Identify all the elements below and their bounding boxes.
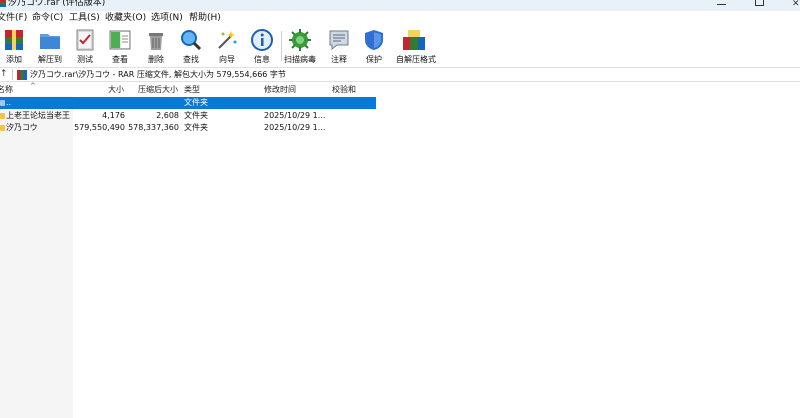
column-header-type[interactable]: 类型 xyxy=(184,84,200,96)
address-divider xyxy=(12,69,13,80)
column-header-name[interactable]: 名称 xyxy=(0,84,13,96)
folder-icon xyxy=(0,125,5,131)
minimize-button[interactable] xyxy=(717,4,726,5)
address-path[interactable]: 汐乃コウ.rar\汐乃コウ - RAR 压缩文件, 解包大小为 579,554,… xyxy=(30,68,286,81)
table-row[interactable]: 汐乃コウ 579,550,490 578,337,360 文件夹 2025/10… xyxy=(0,122,380,134)
menu-help[interactable]: 帮助(H) xyxy=(189,12,221,24)
row-size: 4,176 xyxy=(102,111,125,120)
menu-commands[interactable]: 命令(C) xyxy=(32,12,63,24)
menu-bar: 文件(F) 命令(C) 工具(S) 收藏夹(O) 选项(N) 帮助(H) xyxy=(0,11,800,25)
add-archive-icon xyxy=(5,30,23,50)
toolbar-sfx-button[interactable]: 自解压格式 xyxy=(396,27,436,65)
toolbar-add-button[interactable]: 添加 xyxy=(2,27,26,65)
toolbar-comment-label: 注释 xyxy=(331,55,347,64)
virus-scan-icon xyxy=(289,29,311,51)
toolbar-info-label: 信息 xyxy=(254,55,270,64)
toolbar-test-button[interactable]: 测试 xyxy=(73,27,97,65)
column-header-crc[interactable]: 校验和 xyxy=(332,84,356,96)
toolbar-delete-button[interactable]: 删除 xyxy=(144,27,168,65)
toolbar-virus-scan-label: 扫描病毒 xyxy=(284,55,316,64)
row-modified: 2025/10/29 1... xyxy=(264,123,326,132)
toolbar-find-label: 查找 xyxy=(183,55,199,64)
column-header-modified[interactable]: 修改时间 xyxy=(264,84,296,96)
row-name: 汐乃コウ xyxy=(6,123,38,132)
toolbar-wizard-button[interactable]: 向导 xyxy=(215,27,239,65)
column-header-packed[interactable]: 压缩后大小 xyxy=(138,84,178,96)
test-icon xyxy=(76,29,94,51)
menu-tools[interactable]: 工具(S) xyxy=(69,12,100,24)
protect-icon xyxy=(365,30,383,50)
window-title: 汐乃コウ.rar (评估版本) xyxy=(8,0,106,8)
row-name: .. xyxy=(6,98,12,107)
toolbar-extract-label: 解压到 xyxy=(38,55,62,64)
address-bar: ↑ 汐乃コウ.rar\汐乃コウ - RAR 压缩文件, 解包大小为 579,55… xyxy=(0,67,800,82)
list-header: ^ 名称 大小 压缩后大小 类型 修改时间 校验和 xyxy=(0,82,380,96)
sort-ascending-icon: ^ xyxy=(30,82,36,90)
toolbar-sfx-label: 自解压格式 xyxy=(396,55,436,64)
menu-favorites[interactable]: 收藏夹(O) xyxy=(105,12,146,24)
row-type: 文件夹 xyxy=(184,123,208,132)
maximize-button[interactable] xyxy=(755,0,764,6)
row-modified: 2025/10/29 1... xyxy=(264,111,326,120)
menu-file[interactable]: 文件(F) xyxy=(0,12,27,24)
toolbar-info-button[interactable]: 信息 xyxy=(250,27,274,65)
toolbar-protect-label: 保护 xyxy=(366,55,382,64)
row-name: 上老王论坛当老王 xyxy=(6,111,70,120)
name-column-background xyxy=(0,84,73,418)
table-row[interactable]: 上老王论坛当老王 4,176 2,608 文件夹 2025/10/29 1... xyxy=(0,110,380,122)
toolbar-test-label: 测试 xyxy=(77,55,93,64)
toolbar-delete-label: 删除 xyxy=(148,55,164,64)
up-one-level-icon[interactable]: ↑ xyxy=(0,68,10,81)
view-icon xyxy=(109,30,131,50)
delete-icon xyxy=(149,33,163,50)
title-bar: 汐乃コウ.rar (评估版本) ✕ xyxy=(0,0,800,11)
row-size: 579,550,490 xyxy=(74,123,125,132)
toolbar-add-label: 添加 xyxy=(6,55,22,64)
sfx-icon xyxy=(403,30,425,50)
info-icon xyxy=(251,29,273,51)
menu-options[interactable]: 选项(N) xyxy=(151,12,183,24)
toolbar-extract-button[interactable]: 解压到 xyxy=(38,27,62,65)
parent-folder-icon xyxy=(0,100,5,106)
folder-icon xyxy=(0,113,5,119)
row-packed: 578,337,360 xyxy=(128,123,179,132)
wizard-icon xyxy=(218,31,237,49)
table-row[interactable]: .. 文件夹 xyxy=(0,97,376,109)
find-icon xyxy=(181,30,202,51)
archive-icon xyxy=(17,70,27,80)
comment-icon xyxy=(329,30,349,51)
toolbar-view-button[interactable]: 查看 xyxy=(108,27,132,65)
toolbar-virus-scan-button[interactable]: 扫描病毒 xyxy=(284,27,316,65)
toolbar-view-label: 查看 xyxy=(112,55,128,64)
row-type: 文件夹 xyxy=(184,98,208,107)
toolbar-wizard-label: 向导 xyxy=(219,55,235,64)
row-type: 文件夹 xyxy=(184,111,208,120)
toolbar-comment-button[interactable]: 注释 xyxy=(327,27,351,65)
close-button[interactable]: ✕ xyxy=(792,0,800,9)
toolbar-protect-button[interactable]: 保护 xyxy=(362,27,386,65)
winrar-app-icon xyxy=(0,0,6,7)
toolbar-find-button[interactable]: 查找 xyxy=(179,27,203,65)
row-packed: 2,608 xyxy=(156,111,179,120)
toolbar: 添加 解压到 测试 查看 删除 查找 向导 信息 扫描病毒 注释 保护 自解压格… xyxy=(0,25,800,67)
column-header-size[interactable]: 大小 xyxy=(108,84,124,96)
extract-to-icon xyxy=(40,34,60,49)
